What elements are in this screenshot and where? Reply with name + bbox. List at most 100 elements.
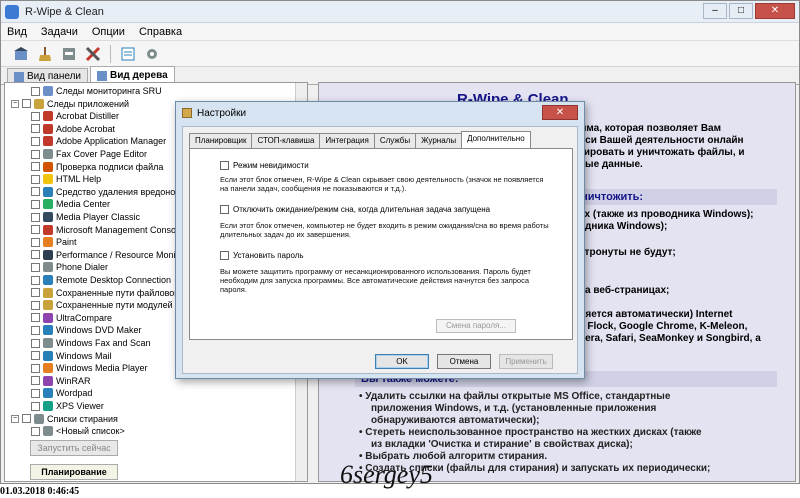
tab-advanced[interactable]: Дополнительно: [461, 131, 531, 148]
tree-item[interactable]: HTML Help: [31, 173, 101, 185]
tree-item-checkbox[interactable]: [31, 111, 40, 121]
tree-item-checkbox[interactable]: [31, 250, 40, 260]
tree-item-checkbox[interactable]: [22, 99, 31, 109]
tree-item[interactable]: Adobe Application Manager: [31, 135, 166, 147]
cancel-button[interactable]: Отмена: [437, 354, 491, 369]
tree-item[interactable]: Проверка подписи файла: [31, 161, 163, 173]
tree-item-label: Paint: [56, 237, 77, 248]
toolbar-tasks-button[interactable]: [118, 44, 138, 64]
tree-item-checkbox[interactable]: [31, 237, 40, 247]
mid-line: l, Flock, Google Chrome, K-Meleon,: [579, 321, 748, 332]
run-now-button[interactable]: Запустить сейчас: [30, 440, 118, 456]
bullet-text: приложения Windows, и т.д. (установленны…: [371, 403, 657, 414]
toolbar-tools-button[interactable]: [83, 44, 103, 64]
tab-stop-key[interactable]: СТОП-клавиша: [251, 133, 321, 148]
tree-item-checkbox[interactable]: [31, 376, 40, 386]
tree-item-checkbox[interactable]: [31, 313, 40, 323]
tree-item-checkbox[interactable]: [31, 199, 40, 209]
tree-item-checkbox[interactable]: [31, 187, 40, 197]
tree-item[interactable]: Paint: [31, 236, 77, 248]
toolbar-clean-button[interactable]: [35, 44, 55, 64]
tree-item-checkbox[interactable]: [31, 388, 40, 398]
tree-item[interactable]: − Следы приложений: [11, 98, 129, 110]
tree-item[interactable]: WinRAR: [31, 375, 91, 387]
tree-item-checkbox[interactable]: [31, 262, 40, 272]
tree-item-checkbox[interactable]: [31, 212, 40, 222]
toolbar-wipe-button[interactable]: [59, 44, 79, 64]
tree-item-checkbox[interactable]: [31, 426, 40, 436]
tree-item[interactable]: UltraCompare: [31, 312, 112, 324]
tree-item[interactable]: XPS Viewer: [31, 400, 104, 412]
menu-help[interactable]: Справка: [139, 26, 182, 38]
tab-services[interactable]: Службы: [373, 133, 417, 148]
tree-item[interactable]: Сохраненные пути файлового: [31, 287, 182, 299]
tree-item[interactable]: Performance / Resource Monit: [31, 249, 178, 261]
app-icon: [43, 249, 53, 260]
tree-item-label: Wordpad: [56, 388, 93, 399]
tree-item-checkbox[interactable]: [31, 136, 40, 146]
tree-item[interactable]: Wordpad: [31, 387, 92, 399]
tree-item[interactable]: Media Player Classic: [31, 211, 140, 223]
tree-item[interactable]: Следы мониторинга SRU: [31, 85, 162, 97]
tree-item-checkbox[interactable]: [31, 338, 40, 348]
menu-view[interactable]: Вид: [7, 26, 27, 38]
tree-item-checkbox[interactable]: [31, 86, 40, 96]
app-icon: [43, 123, 53, 134]
tree-item[interactable]: Windows Media Player: [31, 362, 148, 374]
tree-item[interactable]: − Списки стирания: [11, 413, 118, 425]
change-password-button[interactable]: Смена пароля...: [436, 319, 516, 333]
dialog-close-button[interactable]: ✕: [542, 105, 578, 120]
tree-item-checkbox[interactable]: [31, 124, 40, 134]
tree-item-checkbox[interactable]: [31, 325, 40, 335]
tree-item-checkbox[interactable]: [31, 401, 40, 411]
tab-scheduler[interactable]: Планировщик: [189, 133, 253, 148]
tree-item[interactable]: Сохраненные пути модулей C: [31, 299, 182, 311]
toolbar-home-button[interactable]: [11, 44, 31, 64]
tree-item-checkbox[interactable]: [31, 363, 40, 373]
set-password-checkbox[interactable]: [220, 251, 229, 260]
tree-item[interactable]: Media Center: [31, 198, 110, 210]
tree-item[interactable]: Windows DVD Maker: [31, 324, 142, 336]
tree-item[interactable]: Acrobat Distiller: [31, 110, 119, 122]
tree-item-checkbox[interactable]: [31, 275, 40, 285]
stealth-mode-option[interactable]: Режим невидимости: [220, 161, 309, 170]
tree-item[interactable]: Remote Desktop Connection: [31, 274, 171, 286]
close-button[interactable]: ✕: [755, 3, 795, 19]
tab-integration[interactable]: Интеграция: [319, 133, 375, 148]
tree-item-checkbox[interactable]: [31, 162, 40, 172]
tree-item-checkbox[interactable]: [31, 300, 40, 310]
tree-item[interactable]: Windows Fax and Scan: [31, 337, 151, 349]
maximize-button[interactable]: □: [729, 3, 753, 19]
menu-options[interactable]: Опции: [92, 26, 125, 38]
tree-expander[interactable]: −: [11, 99, 19, 108]
stealth-mode-checkbox[interactable]: [220, 161, 229, 170]
toolbar-settings-button[interactable]: [142, 44, 162, 64]
tree-item-checkbox[interactable]: [31, 174, 40, 184]
tree-item-checkbox[interactable]: [31, 288, 40, 298]
tree-item[interactable]: Phone Dialer: [31, 261, 108, 273]
tree-item[interactable]: Microsoft Management Consol: [31, 224, 178, 236]
tree-item[interactable]: Adobe Acrobat: [31, 123, 115, 135]
tree-item-checkbox[interactable]: [22, 414, 31, 424]
ok-button[interactable]: OK: [375, 354, 429, 369]
planning-button[interactable]: Планирование: [30, 464, 118, 480]
tree-item-checkbox[interactable]: [31, 225, 40, 235]
bullet-line: приложения Windows, и т.д. (установленны…: [359, 403, 710, 415]
tree-item[interactable]: Средство удаления вредоносн: [31, 186, 185, 198]
tab-logs[interactable]: Журналы: [415, 133, 463, 148]
minimize-button[interactable]: ‒: [703, 3, 727, 19]
tree-item[interactable]: <Новый список>: [31, 425, 125, 437]
tree-expander[interactable]: −: [11, 414, 19, 423]
tree-item[interactable]: Fax Cover Page Editor: [31, 148, 147, 160]
tree-item-checkbox[interactable]: [31, 149, 40, 159]
app-icon: [43, 111, 53, 122]
set-password-option[interactable]: Установить пароль: [220, 251, 304, 260]
app-icon: [43, 375, 53, 386]
disable-sleep-option[interactable]: Отключить ожидание/режим сна, когда длит…: [220, 205, 490, 214]
tree-item[interactable]: Windows Mail: [31, 350, 112, 362]
tree-item-checkbox[interactable]: [31, 351, 40, 361]
mid-line: одника Windows);: [579, 221, 668, 232]
apply-button[interactable]: Применить: [499, 354, 553, 369]
disable-sleep-checkbox[interactable]: [220, 205, 229, 214]
menu-tasks[interactable]: Задачи: [41, 26, 78, 38]
